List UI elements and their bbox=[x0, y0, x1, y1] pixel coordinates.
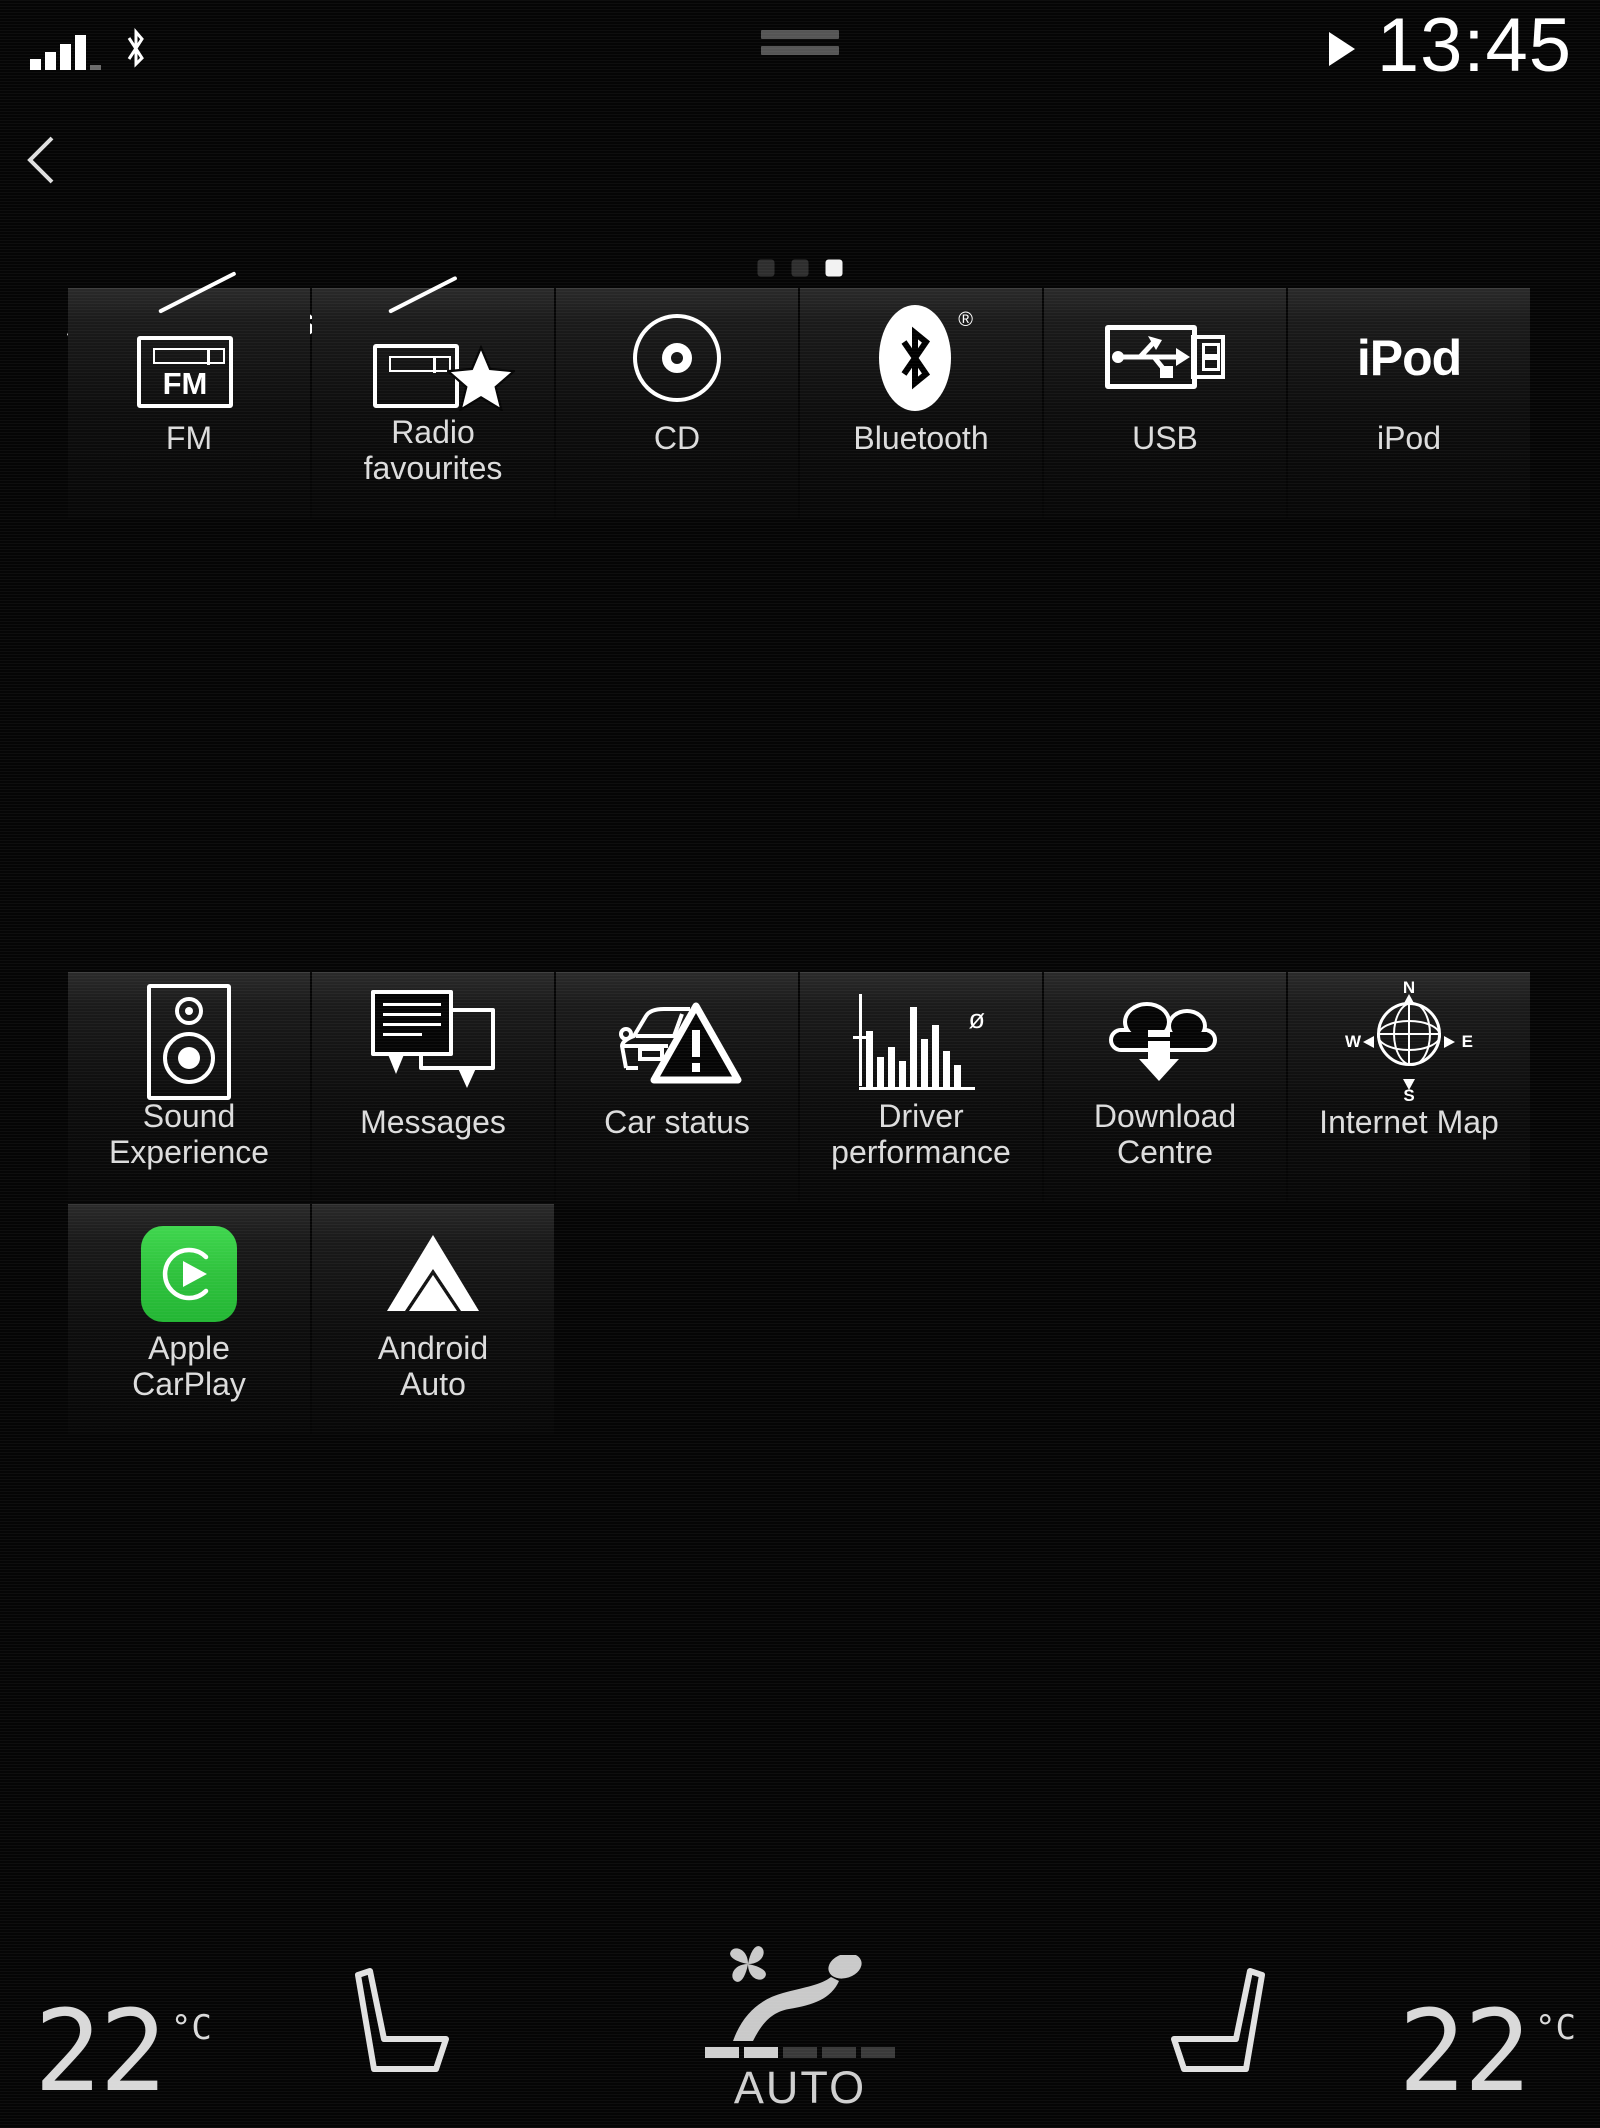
driver-temperature-value: 22 bbox=[34, 2004, 165, 2100]
climate-bar: 22 °C bbox=[0, 1928, 1600, 2128]
auto-label: AUTO bbox=[734, 2062, 866, 2114]
globe-compass-icon: N S W E bbox=[1288, 973, 1530, 1111]
bar-chart-icon: ø bbox=[800, 973, 1042, 1111]
app-label-car-status: Car status bbox=[556, 1105, 798, 1141]
page-dot-2[interactable] bbox=[792, 260, 809, 277]
label-line-2: Centre bbox=[1117, 1134, 1213, 1170]
app-label-sound-experience: Sound Experience bbox=[68, 1099, 310, 1171]
fm-icon-text: FM bbox=[141, 366, 229, 402]
label-line-1: Download bbox=[1094, 1098, 1236, 1134]
app-tile-download-centre[interactable]: Download Centre bbox=[1044, 972, 1286, 1202]
app-label-radio-favourites: Radio favourites bbox=[312, 415, 554, 487]
passenger-temperature-unit: °C bbox=[1535, 2008, 1576, 2048]
app-tile-ipod[interactable]: iPod iPod bbox=[1288, 288, 1530, 518]
label-line-2: CarPlay bbox=[132, 1366, 246, 1402]
compass-north-label: N bbox=[1403, 978, 1415, 998]
passenger-seat-icon[interactable] bbox=[1170, 1965, 1270, 2080]
drag-handle-icon[interactable] bbox=[761, 30, 839, 62]
app-tile-internet-map[interactable]: N S W E Internet Map bbox=[1288, 972, 1530, 1202]
app-label-bluetooth: Bluetooth bbox=[800, 421, 1042, 457]
driver-temperature-control[interactable]: 22 °C bbox=[34, 2004, 212, 2100]
fm-radio-icon: FM bbox=[68, 289, 310, 427]
app-tile-cd[interactable]: CD bbox=[556, 288, 798, 518]
auto-climate-control[interactable]: AUTO bbox=[705, 1937, 895, 2114]
app-row-2: Sound Experience Messages bbox=[68, 972, 1532, 1202]
status-bar: 13:45 bbox=[0, 0, 1600, 122]
label-line-2: performance bbox=[831, 1134, 1011, 1170]
bluetooth-icon bbox=[123, 28, 149, 70]
page-dot-3-active[interactable] bbox=[826, 260, 843, 277]
passenger-temperature-value: 22 bbox=[1398, 2004, 1529, 2100]
app-tile-bluetooth[interactable]: ® Bluetooth bbox=[800, 288, 1042, 518]
registered-mark: ® bbox=[958, 309, 973, 332]
app-tile-car-status[interactable]: Car status bbox=[556, 972, 798, 1202]
grid-spacer bbox=[68, 520, 1532, 972]
app-label-internet-map: Internet Map bbox=[1288, 1105, 1530, 1141]
app-tile-driver-performance[interactable]: ø Driver performance bbox=[800, 972, 1042, 1202]
compass-west-label: W bbox=[1345, 1032, 1361, 1052]
app-label-download-centre: Download Centre bbox=[1044, 1099, 1286, 1171]
usb-connector-icon bbox=[1044, 289, 1286, 427]
label-line-1: Sound bbox=[143, 1098, 236, 1134]
app-row-1: FM FM bbox=[68, 288, 1532, 518]
compass-east-label: E bbox=[1462, 1032, 1473, 1052]
page-dot-1[interactable] bbox=[758, 260, 775, 277]
driver-seat-icon[interactable] bbox=[350, 1965, 450, 2080]
bluetooth-icon: ® bbox=[800, 289, 1042, 427]
app-label-messages: Messages bbox=[312, 1105, 554, 1141]
app-tile-empty-3 bbox=[556, 1204, 798, 1434]
car-warning-icon bbox=[556, 973, 798, 1111]
app-label-cd: CD bbox=[556, 421, 798, 457]
status-right-group: 13:45 bbox=[1329, 8, 1572, 84]
radio-favourites-icon bbox=[312, 289, 554, 427]
app-tile-usb[interactable]: USB bbox=[1044, 288, 1286, 518]
app-label-fm: FM bbox=[68, 421, 310, 457]
label-line-1: Apple bbox=[148, 1330, 230, 1366]
app-tile-apple-carplay[interactable]: Apple CarPlay bbox=[68, 1204, 310, 1434]
speaker-icon bbox=[68, 973, 310, 1111]
apple-carplay-icon bbox=[68, 1205, 310, 1343]
label-line-2: favourites bbox=[364, 450, 503, 486]
label-line-2: Auto bbox=[400, 1366, 466, 1402]
label-line-1: Radio bbox=[391, 414, 475, 450]
back-button[interactable] bbox=[14, 128, 78, 192]
app-label-driver-performance: Driver performance bbox=[800, 1099, 1042, 1171]
infotainment-screen: 13:45 Applications bbox=[0, 0, 1600, 2128]
app-tile-empty-4 bbox=[800, 1204, 1042, 1434]
seated-person-airflow-icon bbox=[727, 1955, 877, 2052]
ipod-wordmark-icon: iPod bbox=[1288, 289, 1530, 427]
app-tile-android-auto[interactable]: Android Auto bbox=[312, 1204, 554, 1434]
app-tile-fm[interactable]: FM FM bbox=[68, 288, 310, 518]
app-tile-empty-6 bbox=[1288, 1204, 1530, 1434]
label-line-2: Experience bbox=[109, 1134, 269, 1170]
speech-bubbles-icon bbox=[312, 973, 554, 1111]
label-line-1: Driver bbox=[878, 1098, 963, 1134]
signal-bars-icon bbox=[30, 30, 101, 70]
app-tile-empty-5 bbox=[1044, 1204, 1286, 1434]
page-indicator bbox=[758, 260, 843, 277]
page-header: Applications bbox=[0, 122, 1600, 282]
app-label-usb: USB bbox=[1044, 421, 1286, 457]
app-tile-radio-favourites[interactable]: Radio favourites bbox=[312, 288, 554, 518]
app-row-3: Apple CarPlay Android Auto bbox=[68, 1204, 1532, 1434]
compass-south-label: S bbox=[1403, 1086, 1414, 1106]
application-grid: FM FM bbox=[68, 288, 1532, 1436]
play-icon bbox=[1329, 32, 1355, 66]
clock: 13:45 bbox=[1377, 8, 1572, 84]
average-symbol: ø bbox=[969, 1006, 986, 1033]
app-label-ipod: iPod bbox=[1288, 421, 1530, 457]
cd-disc-icon bbox=[556, 289, 798, 427]
android-auto-icon bbox=[312, 1205, 554, 1343]
status-left-group bbox=[30, 28, 149, 70]
passenger-temperature-control[interactable]: 22 °C bbox=[1398, 2004, 1576, 2100]
cloud-download-icon bbox=[1044, 973, 1286, 1111]
app-label-android-auto: Android Auto bbox=[312, 1331, 554, 1403]
star-icon bbox=[447, 345, 515, 416]
app-tile-messages[interactable]: Messages bbox=[312, 972, 554, 1202]
label-line-1: Android bbox=[378, 1330, 488, 1366]
ipod-icon-text: iPod bbox=[1357, 329, 1461, 387]
driver-temperature-unit: °C bbox=[171, 2008, 212, 2048]
app-tile-sound-experience[interactable]: Sound Experience bbox=[68, 972, 310, 1202]
app-label-apple-carplay: Apple CarPlay bbox=[68, 1331, 310, 1403]
